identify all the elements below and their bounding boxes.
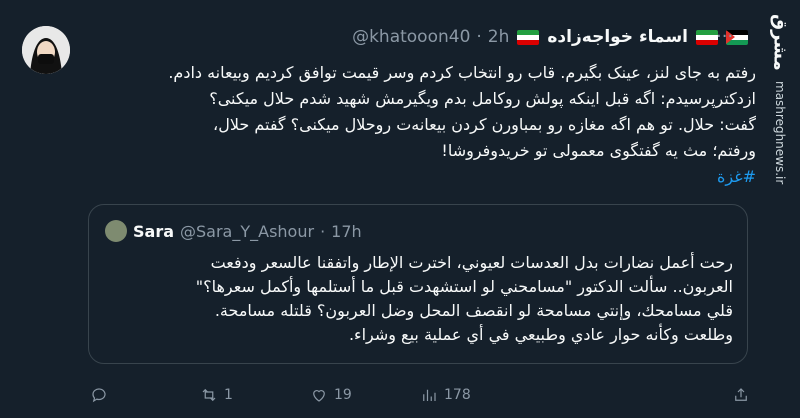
tweet-line: ورفتم؛ مث یه گفتگوی معمولی تو خریدوفروشا… bbox=[441, 141, 756, 160]
quoted-line: رحت أعمل نضارات بدل العدسات لعيوني، اختر… bbox=[210, 253, 733, 272]
tweet-time[interactable]: 2h bbox=[488, 27, 510, 47]
avatar-image bbox=[22, 26, 70, 74]
heart-icon bbox=[313, 390, 325, 402]
quoted-line: العربون.. سألت الدكتور "مسامحني لو استشه… bbox=[195, 277, 733, 296]
like-count: 19 bbox=[334, 387, 352, 403]
watermark-url: mashreghnews.ir bbox=[773, 80, 787, 185]
quoted-line: قلي مسامحك، وإنتي مسامحة لو انقصف المحل … bbox=[214, 301, 733, 320]
reply-icon bbox=[92, 388, 106, 403]
quoted-line: وطلعت وكأنه حوار عادي وطبيعي في أي عملية… bbox=[348, 325, 733, 344]
quoted-author-handle: @Sara_Y_Ashour bbox=[180, 221, 315, 241]
more-icon: ··· bbox=[716, 26, 734, 47]
author-handle[interactable]: @khatooon40 bbox=[352, 27, 470, 47]
author-name[interactable]: اسماء خواجه‌زاده bbox=[547, 27, 688, 47]
views-count: 178 bbox=[444, 387, 471, 403]
reply-button[interactable] bbox=[90, 386, 200, 404]
separator-dot: · bbox=[476, 27, 482, 47]
retweet-icon bbox=[202, 388, 216, 402]
tweet-line: گفت: حلال. تو هم اگه مغازه رو بمباورن کر… bbox=[213, 115, 756, 134]
separator-dot: · bbox=[320, 221, 326, 241]
quoted-author-name: Sara bbox=[133, 221, 175, 241]
retweet-button[interactable]: 1 bbox=[200, 386, 310, 404]
quoted-tweet[interactable]: Sara @Sara_Y_Ashour · 17h رحت أعمل نضارا… bbox=[88, 204, 748, 364]
more-options-button[interactable]: ··· bbox=[716, 26, 733, 47]
like-button[interactable]: 19 bbox=[310, 386, 420, 404]
tweet-text: رفتم به جای لنز، عینک بگیرم. قاب رو انتخ… bbox=[88, 60, 756, 190]
views-icon bbox=[423, 389, 436, 401]
tweet-line: رفتم به جای لنز، عینک بگیرم. قاب رو انتخ… bbox=[168, 63, 756, 82]
quoted-tweet-time: 17h bbox=[331, 221, 362, 241]
retweet-count: 1 bbox=[224, 387, 233, 403]
watermark: مشرق mashreghnews.ir bbox=[768, 14, 792, 314]
views-button[interactable]: 178 bbox=[420, 386, 530, 404]
iran-flag-icon bbox=[517, 29, 540, 45]
hashtag-link[interactable]: #غزة bbox=[88, 164, 756, 190]
tweet-actions: 1 19 178 bbox=[90, 384, 750, 406]
tweet-card[interactable]: @khatooon40 · 2h اسماء خواجه‌زاده رفتم ب… bbox=[0, 0, 800, 418]
tweet-header: @khatooon40 · 2h اسماء خواجه‌زاده bbox=[88, 24, 748, 50]
tweet-meta: @khatooon40 · 2h bbox=[352, 27, 509, 47]
share-icon bbox=[735, 388, 747, 401]
quoted-tweet-header: Sara @Sara_Y_Ashour · 17h bbox=[105, 219, 362, 243]
quoted-author-avatar bbox=[105, 220, 127, 242]
tweet-line: ازدکترپرسیدم: اگه قبل اینکه پولش روکامل … bbox=[209, 89, 756, 108]
share-button[interactable] bbox=[732, 386, 750, 404]
author-avatar[interactable] bbox=[22, 26, 70, 74]
iran-flag-icon bbox=[696, 29, 718, 45]
quoted-tweet-text: رحت أعمل نضارات بدل العدسات لعيوني، اختر… bbox=[105, 251, 733, 347]
watermark-logo: مشرق bbox=[769, 14, 791, 71]
